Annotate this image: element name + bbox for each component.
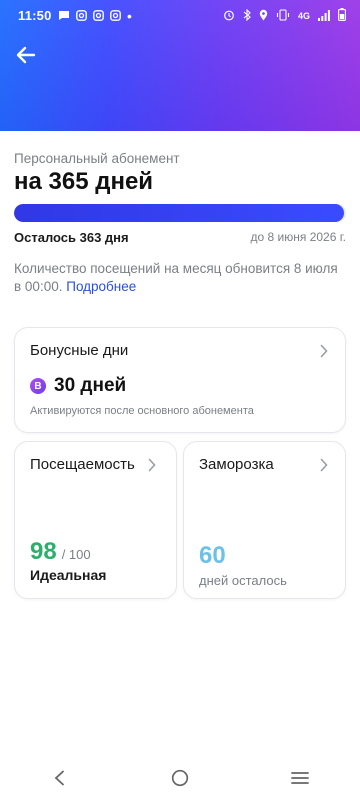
bluetooth-icon	[243, 8, 251, 24]
progress-fill	[14, 204, 345, 222]
bonus-days-card[interactable]: Бонусные дни B 30 дней Активируются посл…	[14, 327, 346, 433]
system-navigation-bar	[0, 756, 360, 800]
status-bar: 11:50 • 4G	[0, 0, 360, 30]
attendance-score: 98 / 100	[30, 538, 91, 566]
chevron-right-icon	[320, 344, 328, 358]
vibrate-icon	[276, 8, 290, 24]
bonus-badge-icon: B	[30, 378, 46, 394]
nav-back-icon	[54, 770, 64, 786]
bonus-value-row: B 30 дней	[30, 375, 126, 397]
location-icon	[259, 9, 268, 24]
bonus-card-title: Бонусные дни	[30, 342, 129, 359]
chevron-right-icon	[320, 458, 328, 472]
nav-home-button[interactable]	[165, 763, 195, 793]
freeze-card-title: Заморозка	[199, 456, 274, 473]
days-remaining: Осталось 363 дня	[14, 230, 129, 245]
visits-note-text: Количество посещений на месяц обновится …	[14, 261, 338, 294]
nav-recents-button[interactable]	[285, 763, 315, 793]
visits-note: Количество посещений на месяц обновится …	[14, 260, 346, 296]
freeze-card[interactable]: Заморозка 60 дней осталось	[183, 441, 346, 599]
subscription-type: Персональный абонемент	[14, 151, 180, 166]
attendance-card-title: Посещаемость	[30, 456, 135, 473]
alarm-icon	[223, 9, 235, 24]
instagram-icon	[76, 9, 87, 24]
more-notifications-dot: •	[127, 8, 132, 24]
subscription-title: на 365 дней	[14, 168, 154, 195]
bonus-value: 30 дней	[54, 375, 127, 396]
instagram-icon	[93, 9, 104, 24]
chevron-right-icon	[148, 458, 156, 472]
end-date: до 8 июня 2026 г.	[250, 230, 346, 244]
attendance-card[interactable]: Посещаемость 98 / 100 Идеальная	[14, 441, 177, 599]
subscription-progress-bar	[14, 204, 346, 222]
bonus-note: Активируются после основного абонемента	[30, 405, 254, 417]
back-button[interactable]	[14, 43, 38, 67]
signal-icon	[318, 9, 330, 24]
attendance-score-value: 98	[30, 538, 57, 565]
attendance-rating: Идеальная	[30, 567, 107, 583]
notification-icons: •	[58, 9, 132, 24]
attendance-score-max: / 100	[61, 547, 91, 562]
chat-icon	[58, 9, 70, 24]
freeze-days-value: 60	[199, 542, 226, 569]
network-label: 4G	[297, 11, 310, 21]
system-icons: 4G	[223, 8, 346, 24]
nav-recents-icon	[291, 772, 309, 784]
nav-home-icon	[171, 769, 189, 787]
status-time: 11:50	[18, 8, 52, 23]
instagram-icon	[110, 9, 121, 24]
arrow-left-icon	[16, 46, 36, 64]
freeze-days-label: дней осталось	[199, 573, 287, 588]
nav-back-button[interactable]	[45, 763, 75, 793]
more-link[interactable]: Подробнее	[66, 279, 136, 294]
battery-icon	[338, 8, 346, 24]
